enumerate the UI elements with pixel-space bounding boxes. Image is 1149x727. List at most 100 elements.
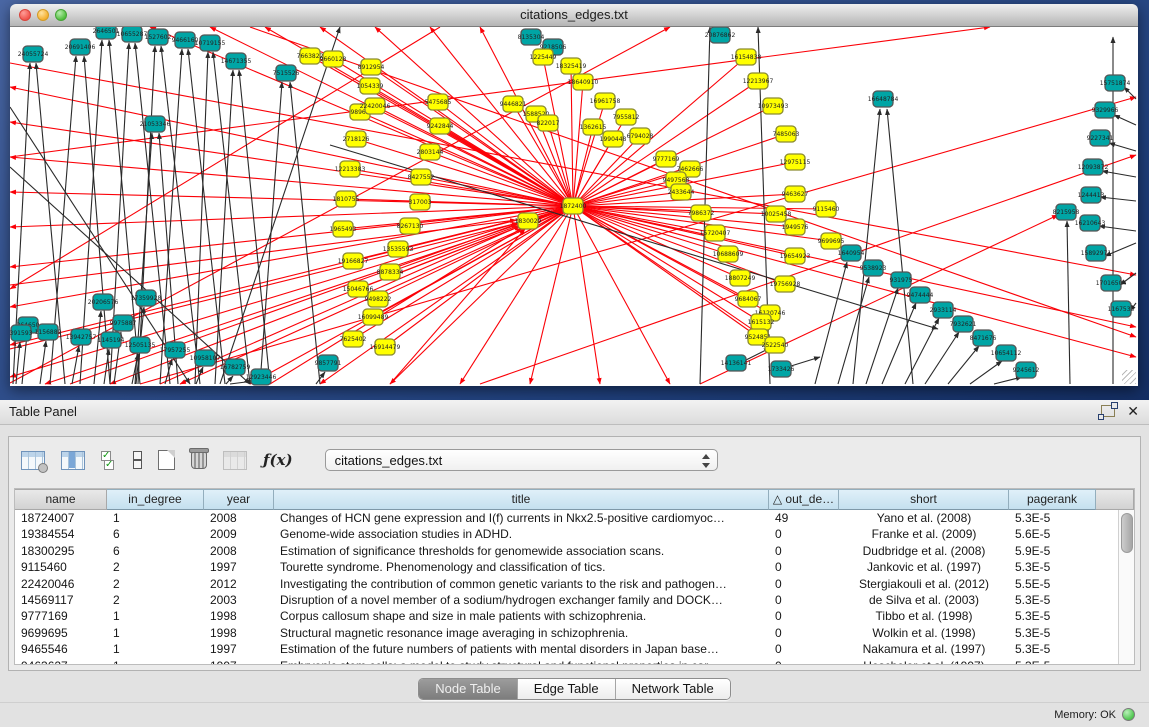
graph-node-selected[interactable]: 1362615 bbox=[580, 119, 607, 135]
graph-node[interactable]: 15892971 bbox=[1081, 245, 1112, 261]
column-header-name[interactable]: name bbox=[15, 489, 107, 510]
graph-node-selected[interactable]: 19756928 bbox=[770, 276, 801, 292]
graph-node-selected[interactable]: 9446821 bbox=[500, 96, 527, 112]
graph-node[interactable]: 391593 bbox=[10, 325, 33, 341]
table-cell[interactable]: 1997 bbox=[204, 641, 274, 657]
graph-node[interactable]: 17016504 bbox=[1096, 275, 1127, 291]
table-row[interactable]: 1938455462009Genome-wide association stu… bbox=[15, 526, 1134, 542]
graph-node[interactable]: 9227341 bbox=[1087, 130, 1114, 146]
table-cell[interactable]: Changes of HCN gene expression and I(f) … bbox=[274, 510, 769, 526]
table-cell[interactable]: 14569117 bbox=[15, 592, 107, 608]
graph-node[interactable]: 7932621 bbox=[950, 316, 977, 332]
table-cell[interactable]: Wolkin et al. (1998) bbox=[839, 625, 1009, 641]
table-cell[interactable]: Stergiakouli et al. (2012) bbox=[839, 576, 1009, 592]
graph-node[interactable]: 1733426 bbox=[768, 361, 795, 377]
window-titlebar[interactable]: citations_edges.txt bbox=[10, 4, 1138, 27]
table-cell[interactable]: 5.3E-5 bbox=[1009, 658, 1096, 665]
graph-node-selected[interactable]: 7625402 bbox=[340, 331, 367, 347]
graph-node-selected[interactable]: 18640910 bbox=[568, 74, 599, 90]
graph-node[interactable]: 8471676 bbox=[970, 330, 997, 346]
table-cell[interactable]: 0 bbox=[769, 625, 839, 641]
show-column-icon[interactable] bbox=[61, 451, 85, 470]
table-cell[interactable]: Genome-wide association studies in ADHD. bbox=[274, 526, 769, 542]
table-cell[interactable]: 9777169 bbox=[15, 608, 107, 624]
graph-node[interactable]: 8135304 bbox=[518, 29, 545, 45]
table-cell[interactable]: 2008 bbox=[204, 543, 274, 559]
table-row[interactable]: 946362711997Embryonic stem cells: a mode… bbox=[15, 658, 1134, 665]
graph-node-selected[interactable]: 9660128 bbox=[320, 51, 347, 67]
close-panel-icon[interactable]: ✕ bbox=[1127, 404, 1139, 418]
graph-node-selected[interactable]: 8427552 bbox=[408, 169, 435, 185]
tab-node-table[interactable]: Node Table bbox=[419, 679, 518, 699]
graph-node[interactable]: 12505135 bbox=[125, 337, 156, 353]
network-canvas[interactable]: 2405572420691406264650110655287152760294… bbox=[10, 27, 1138, 386]
graph-node[interactable]: 10654112 bbox=[991, 345, 1022, 361]
table-cell[interactable]: 6 bbox=[107, 526, 204, 542]
table-cell[interactable]: Franke et al. (2009) bbox=[839, 526, 1009, 542]
graph-node[interactable]: 2933114 bbox=[930, 302, 957, 318]
tab-network-table[interactable]: Network Table bbox=[616, 679, 730, 699]
network-window[interactable]: citations_edges.txt 24055724206914062646… bbox=[10, 4, 1138, 386]
graph-node[interactable]: 24055724 bbox=[18, 46, 49, 62]
column-header-out_de[interactable]: △ out_de… bbox=[769, 489, 839, 510]
graph-node-selected[interactable]: 1965493 bbox=[330, 221, 357, 237]
table-cell[interactable]: 5.9E-5 bbox=[1009, 543, 1096, 559]
graph-node-selected[interactable]: 12213967 bbox=[743, 73, 774, 89]
table-row[interactable]: 946554611997Estimation of the future num… bbox=[15, 641, 1134, 657]
column-header-in_degree[interactable]: in_degree bbox=[107, 489, 204, 510]
table-cell[interactable]: 1998 bbox=[204, 625, 274, 641]
table-cell[interactable]: 5.6E-5 bbox=[1009, 526, 1096, 542]
graph-node-selected[interactable]: 12975115 bbox=[780, 154, 811, 170]
graph-node[interactable]: 931975 bbox=[890, 272, 913, 288]
graph-node[interactable]: 20691406 bbox=[65, 39, 96, 55]
table-cell[interactable]: 0 bbox=[769, 608, 839, 624]
table-cell[interactable]: 0 bbox=[769, 658, 839, 665]
table-cell[interactable]: 5.3E-5 bbox=[1009, 592, 1096, 608]
graph-node[interactable]: 7515526 bbox=[273, 65, 300, 81]
table-cell[interactable]: Hescheler et al. (1997) bbox=[839, 658, 1009, 665]
graph-node-selected[interactable]: 19654923 bbox=[780, 248, 811, 264]
graph-node-selected[interactable]: 16154838 bbox=[731, 49, 762, 65]
graph-node-selected[interactable]: 1990448 bbox=[600, 131, 627, 147]
table-cell[interactable]: 22420046 bbox=[15, 576, 107, 592]
table-cell[interactable]: Jankovic et al. (1997) bbox=[839, 559, 1009, 575]
graph-node[interactable]: 16210643 bbox=[1075, 215, 1106, 231]
table-cell[interactable]: 49 bbox=[769, 510, 839, 526]
table-cell[interactable]: Embryonic stem cells: a model to study s… bbox=[274, 658, 769, 665]
table-row[interactable]: 911546021997Tourette syndrome. Phenomeno… bbox=[15, 559, 1134, 575]
table-cell[interactable]: 2008 bbox=[204, 510, 274, 526]
graph-node[interactable]: 9474444 bbox=[907, 287, 934, 303]
table-cell[interactable]: 18300295 bbox=[15, 543, 107, 559]
table-cell[interactable]: 1 bbox=[107, 658, 204, 665]
table-cell[interactable]: 1997 bbox=[204, 559, 274, 575]
table-cell[interactable]: 18724007 bbox=[15, 510, 107, 526]
graph-node[interactable]: 1527602 bbox=[145, 29, 172, 45]
table-cell[interactable]: Disruption of a novel member of a sodium… bbox=[274, 592, 769, 608]
table-cell[interactable]: 2 bbox=[107, 576, 204, 592]
row-options-icon[interactable] bbox=[133, 451, 142, 469]
table-row[interactable]: 2242004622012Investigating the contribut… bbox=[15, 576, 1134, 592]
graph-node-selected[interactable]: 16961758 bbox=[590, 93, 621, 109]
table-cell[interactable]: 1 bbox=[107, 641, 204, 657]
graph-node-selected[interactable]: 5475685 bbox=[425, 94, 452, 110]
table-cell[interactable]: Estimation of the future numbers of pati… bbox=[274, 641, 769, 657]
column-header-year[interactable]: year bbox=[204, 489, 274, 510]
table-cell[interactable]: 5.5E-5 bbox=[1009, 576, 1096, 592]
table-scrollbar-thumb[interactable] bbox=[1121, 513, 1133, 553]
graph-node[interactable]: 1244413 bbox=[1078, 187, 1105, 203]
graph-node-selected[interactable]: 317003 bbox=[409, 194, 432, 210]
graph-node[interactable]: 1145194 bbox=[98, 332, 125, 348]
table-row[interactable]: 977716911998Corpus callosum shape and si… bbox=[15, 608, 1134, 624]
graph-node-selected[interactable]: 6794028 bbox=[627, 128, 654, 144]
graph-node[interactable]: 9975887 bbox=[110, 315, 137, 331]
graph-node-selected[interactable]: 1615132 bbox=[748, 314, 775, 330]
graph-node-selected[interactable]: 9699695 bbox=[818, 233, 845, 249]
table-cell[interactable]: 0 bbox=[769, 641, 839, 657]
graph-node[interactable]: 13942757 bbox=[66, 329, 97, 345]
table-cell[interactable]: 1 bbox=[107, 608, 204, 624]
graph-node[interactable]: 1156889 bbox=[35, 324, 62, 340]
graph-node-selected[interactable]: 13535593 bbox=[383, 241, 414, 257]
table-cell[interactable]: Tibbo et al. (1998) bbox=[839, 608, 1009, 624]
table-cell[interactable]: Tourette syndrome. Phenomenology and cla… bbox=[274, 559, 769, 575]
table-cell[interactable]: Corpus callosum shape and size in male p… bbox=[274, 608, 769, 624]
